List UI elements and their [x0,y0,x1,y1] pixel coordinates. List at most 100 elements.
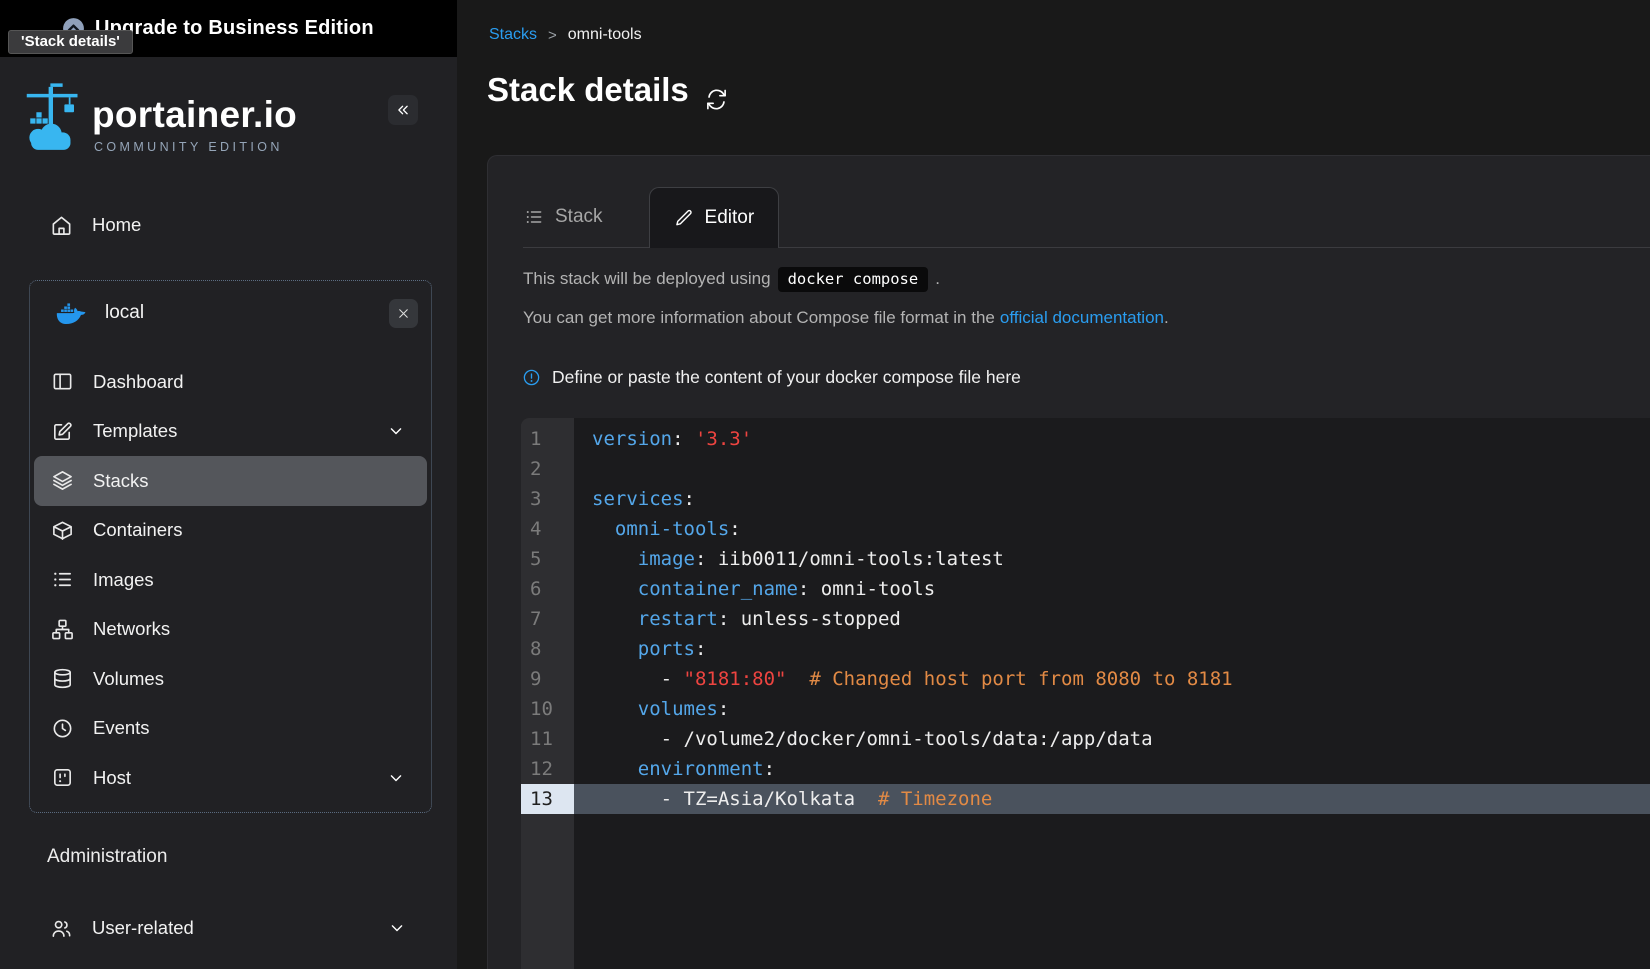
sidebar-item-events[interactable]: Events [34,704,427,754]
info-icon [522,368,541,387]
editor-line-9[interactable]: 9 - "8181:80" # Changed host port from 8… [521,664,1650,694]
editor-hint: Define or paste the content of your dock… [522,362,1021,392]
sidebar-item-label: Networks [93,618,170,640]
chevron-down-icon [386,421,406,441]
portainer-logo-icon [25,82,81,160]
code-text: restart: unless-stopped [574,604,901,634]
stacks-icon [51,469,74,492]
host-icon [51,766,74,789]
sidebar-item-volumes[interactable]: Volumes [34,654,427,704]
code-text: omni-tools: [574,514,741,544]
editor-line-3[interactable]: 3services: [521,484,1650,514]
sidebar-item-label: Volumes [93,668,164,690]
sidebar-item-user-related[interactable]: User-related [0,906,457,950]
code-text: services: [574,484,695,514]
sidebar-item-home[interactable]: Home [0,203,457,247]
dashboard-icon [51,370,74,393]
sidebar-item-label: Stacks [93,470,149,492]
line-number: 10 [521,694,574,724]
line-number: 11 [521,724,574,754]
line-number: 7 [521,604,574,634]
official-documentation-link[interactable]: official documentation [1000,308,1164,328]
editor-line-1[interactable]: 1version: '3.3' [521,424,1650,454]
breadcrumb-separator: > [548,27,557,44]
editor-line-2[interactable]: 2 [521,454,1650,484]
code-text: - /volume2/docker/omni-tools/data:/app/d… [574,724,1153,754]
editor-line-7[interactable]: 7 restart: unless-stopped [521,604,1650,634]
editor-lines: 1version: '3.3'23services:4 omni-tools:5… [521,418,1650,814]
sidebar-item-label: Images [93,569,154,591]
logo-title: portainer.io [92,96,297,133]
line-number: 1 [521,424,574,454]
sidebar-item-label: Events [93,717,150,739]
page-title: Stack details [487,71,728,109]
line-number: 2 [521,454,574,484]
editor-line-12[interactable]: 12 environment: [521,754,1650,784]
images-icon [51,568,74,591]
sidebar-item-label: Host [93,767,131,789]
editor-line-5[interactable]: 5 image: iib0011/omni-tools:latest [521,544,1650,574]
networks-icon [51,618,74,641]
sidebar-item-label: Home [92,214,141,236]
tab-bar: Stack Editor [523,156,1650,248]
code-text: container_name: omni-tools [574,574,935,604]
chevron-down-icon [387,918,407,938]
sidebar-item-label: Dashboard [93,371,184,393]
sidebar: portainer.io COMMUNITY EDITION Home loca… [0,0,457,969]
editor-line-11[interactable]: 11 - /volume2/docker/omni-tools/data:/ap… [521,724,1650,754]
sidebar-item-templates[interactable]: Templates [34,407,427,457]
tab-editor[interactable]: Editor [649,187,780,248]
sidebar-item-stacks[interactable]: Stacks [34,456,427,506]
code-text [574,454,592,484]
administration-heading: Administration [47,846,167,868]
containers-icon [51,519,74,542]
page-tooltip: 'Stack details' [8,30,133,54]
portainer-logo: portainer.io COMMUNITY EDITION [25,82,297,160]
sidebar-item-networks[interactable]: Networks [34,605,427,655]
deploy-info-text: This stack will be deployed using docker… [523,264,940,294]
sidebar-item-containers[interactable]: Containers [34,506,427,556]
list-icon [524,207,544,227]
environment-menu: Dashboard Templates Stacks Containers Images… [34,357,427,803]
breadcrumb: Stacks > omni-tools [489,26,642,44]
sidebar-item-images[interactable]: Images [34,555,427,605]
line-number: 13 [521,784,574,814]
code-text: version: '3.3' [574,424,752,454]
code-text: volumes: [574,694,729,724]
line-number: 6 [521,574,574,604]
code-text: - "8181:80" # Changed host port from 808… [574,664,1233,694]
environment-header[interactable]: local [30,294,431,332]
code-text: image: iib0011/omni-tools:latest [574,544,1004,574]
sidebar-item-dashboard[interactable]: Dashboard [34,357,427,407]
upgrade-label: Upgrade to Business Edition [95,17,374,40]
editor-line-10[interactable]: 10 volumes: [521,694,1650,724]
code-text: ports: [574,634,706,664]
environment-close-button[interactable] [389,299,418,328]
line-number: 12 [521,754,574,784]
sidebar-collapse-button[interactable] [388,95,418,125]
line-number: 5 [521,544,574,574]
editor-line-8[interactable]: 8 ports: [521,634,1650,664]
environment-box: local Dashboard Templates Stacks Containers… [29,280,432,813]
compose-info-text: You can get more information about Compo… [523,303,1169,333]
tab-stack[interactable]: Stack [523,187,627,247]
stack-details-card: Stack Editor This stack will be deployed… [487,155,1650,969]
sidebar-item-label: Templates [93,420,177,442]
docker-compose-chip: docker compose [778,267,929,292]
breadcrumb-stacks-link[interactable]: Stacks [489,26,537,44]
editor-line-13[interactable]: 13 - TZ=Asia/Kolkata # Timezone [521,784,1650,814]
volumes-icon [51,667,74,690]
breadcrumb-current: omni-tools [568,26,642,44]
sidebar-item-label: Containers [93,519,182,541]
code-text: - TZ=Asia/Kolkata # Timezone [574,784,992,814]
refresh-icon[interactable] [705,81,728,104]
docker-icon [52,299,86,327]
editor-line-4[interactable]: 4 omni-tools: [521,514,1650,544]
templates-icon [51,420,74,443]
compose-editor[interactable]: 1version: '3.3'23services:4 omni-tools:5… [521,418,1650,969]
sidebar-item-host[interactable]: Host [34,753,427,803]
line-number: 4 [521,514,574,544]
chevrons-left-icon [394,101,412,119]
events-icon [51,717,74,740]
editor-line-6[interactable]: 6 container_name: omni-tools [521,574,1650,604]
